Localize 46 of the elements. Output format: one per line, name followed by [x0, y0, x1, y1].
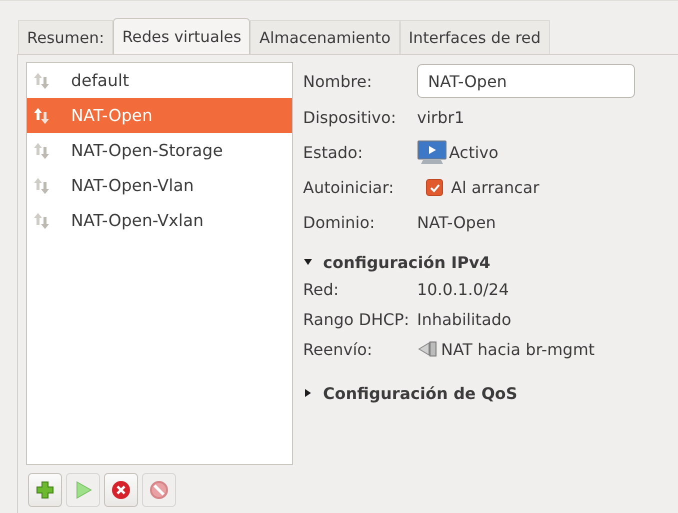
field-value: 10.0.1.0/24	[417, 280, 509, 298]
section-expander[interactable]: configuración IPv4	[303, 250, 490, 274]
arrows-icon	[33, 176, 51, 194]
network-item[interactable]: NAT-Open-Storage	[27, 133, 292, 168]
tab[interactable]: Interfaces de red	[400, 20, 550, 54]
field-label: Rango DHCP:	[303, 310, 410, 328]
arrows-icon	[33, 106, 51, 124]
caret-right-icon	[303, 388, 313, 398]
field-label: Red:	[303, 280, 340, 298]
network-name: default	[71, 71, 130, 90]
network-name: NAT-Open-Storage	[71, 141, 223, 160]
name-field[interactable]: NAT-Open	[417, 64, 635, 98]
plug-icon	[417, 340, 439, 358]
tab[interactable]: Redes virtuales	[113, 18, 250, 54]
plus-icon	[35, 480, 55, 500]
delete-button[interactable]	[104, 473, 138, 507]
tab[interactable]: Resumen:	[18, 20, 114, 54]
field-value: virbr1	[417, 108, 464, 127]
arrows-icon	[33, 212, 51, 230]
field-value: Activo	[449, 143, 498, 162]
close-icon	[111, 480, 131, 500]
autostart-checkbox[interactable]	[426, 179, 443, 196]
stop-icon	[149, 480, 169, 500]
field-value: Inhabilitado	[417, 310, 512, 328]
caret-down-icon	[303, 257, 313, 267]
arrows-icon	[33, 72, 51, 90]
network-name: NAT-Open	[71, 106, 152, 125]
field-label: Estado:	[303, 143, 364, 162]
field-label: Dispositivo:	[303, 108, 398, 127]
network-item[interactable]: NAT-Open-Vxlan	[27, 203, 292, 238]
network-name: NAT-Open-Vxlan	[71, 211, 204, 230]
field-value: NAT-Open	[417, 213, 496, 232]
tab[interactable]: Almacenamiento	[250, 20, 400, 54]
network-item[interactable]: default	[27, 63, 292, 98]
field-label: Reenvío:	[303, 340, 374, 358]
network-item[interactable]: NAT-Open-Vlan	[27, 168, 292, 203]
network-name: NAT-Open-Vlan	[71, 176, 194, 195]
field-label: Autoiniciar:	[303, 178, 395, 197]
add-button[interactable]	[28, 473, 62, 507]
arrows-icon	[33, 142, 51, 160]
section-expander[interactable]: Configuración de QoS	[303, 378, 518, 408]
field-value: NAT hacia br-mgmt	[441, 340, 595, 358]
monitor-icon	[417, 140, 447, 166]
field-label: Nombre:	[303, 72, 373, 90]
field-label: Dominio:	[303, 213, 376, 232]
checkbox-label: Al arrancar	[451, 178, 540, 197]
